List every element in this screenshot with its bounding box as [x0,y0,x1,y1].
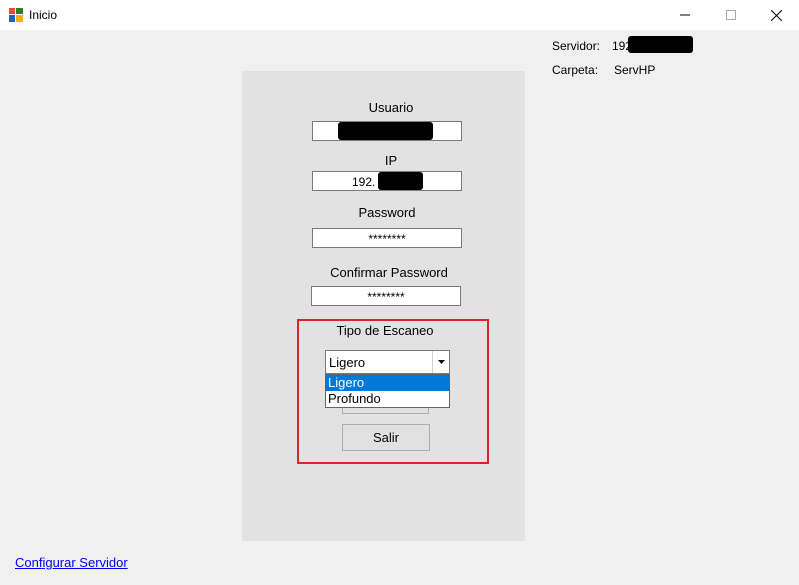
title-bar: Inicio [0,0,799,30]
scan-type-label: Tipo de Escaneo [336,323,434,338]
password-label: Password [358,205,416,220]
scan-type-dropdown-list: Ligero Profundo [325,374,450,408]
redaction-mark [628,36,693,53]
scan-type-selected: Ligero [329,355,366,370]
minimize-button[interactable] [662,0,708,30]
maximize-button[interactable] [708,0,754,30]
folder-label: Carpeta: [552,63,599,77]
scan-type-combobox[interactable]: Ligero [325,350,450,374]
confirm-password-label: Confirmar Password [330,265,448,280]
usuario-label: Usuario [368,100,414,115]
configure-server-link[interactable]: Configurar Servidor [15,555,128,570]
close-icon [770,9,782,21]
ip-label: IP [384,153,398,168]
salir-button[interactable]: Salir [342,424,430,451]
chevron-down-icon [437,360,445,364]
window-title: Inicio [29,8,58,22]
close-button[interactable] [753,0,799,30]
password-input[interactable]: ******** [312,228,462,248]
confirm-password-input[interactable]: ******** [311,286,461,306]
server-label: Servidor: [552,39,601,53]
option-ligero[interactable]: Ligero [326,375,449,391]
minimize-icon [680,14,690,16]
folder-value: ServHP [614,63,656,77]
redaction-mark [378,172,423,190]
maximize-icon [726,10,736,20]
option-profundo[interactable]: Profundo [326,391,449,407]
app-icon [9,8,23,22]
redaction-mark [338,122,433,140]
dropdown-arrow-button[interactable] [432,351,449,373]
